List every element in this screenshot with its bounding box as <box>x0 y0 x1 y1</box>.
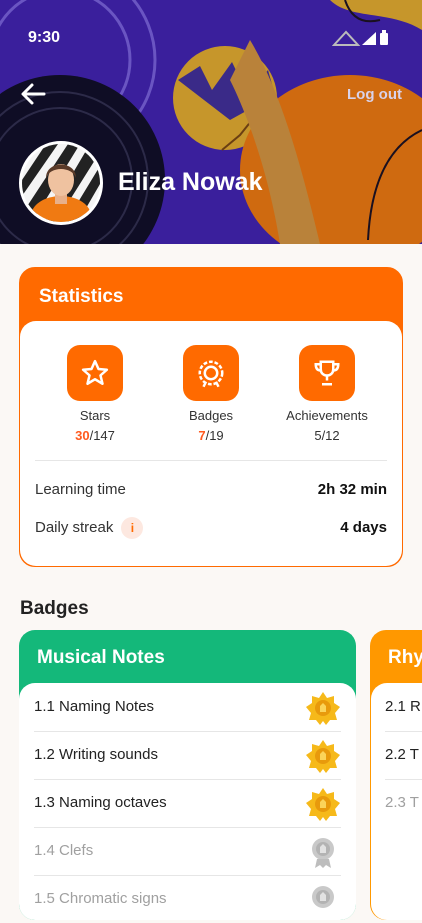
stat-stars-label: Stars <box>79 408 111 423</box>
list-item[interactable]: 1.4 Clefs <box>34 827 341 876</box>
list-item[interactable]: 1.2 Writing sounds <box>34 731 341 780</box>
stat-badges-value: 7/19 <box>198 428 224 443</box>
badge-card-title: Musical Notes <box>37 647 165 668</box>
list-item[interactable]: 1.3 Naming octaves <box>34 779 341 828</box>
profile-header: 9:30 Log out Eliza Nowak <box>0 0 422 244</box>
back-arrow-icon[interactable] <box>18 80 50 108</box>
status-time: 9:30 <box>28 29 61 46</box>
battery-icon <box>380 33 388 45</box>
gold-medal-icon <box>306 692 340 725</box>
silver-medal-icon <box>312 838 334 868</box>
star-icon <box>67 345 123 401</box>
stat-stars: Stars 30/147 <box>35 345 155 443</box>
statistics-body: Stars 30/147 Badges 7/19 Achievements 5/… <box>20 321 402 566</box>
daily-streak-value: 4 days <box>340 519 387 536</box>
list-item[interactable]: 2.3 T <box>385 779 422 827</box>
badge-card-musical-notes[interactable]: Musical Notes 1.1 Naming Notes 1.2 Writi… <box>19 630 356 920</box>
badge-icon <box>183 345 239 401</box>
list-item[interactable]: 2.2 T <box>385 731 422 780</box>
stat-stars-value: 30/147 <box>75 428 115 443</box>
statistics-title: Statistics <box>39 286 124 307</box>
badges-section-title: Badges <box>20 598 89 619</box>
badge-card-body: 2.1 R 2.2 T 2.3 T <box>371 683 422 920</box>
stat-badges-label: Badges <box>188 408 234 423</box>
user-name: Eliza Nowak <box>118 168 263 196</box>
badge-card-body: 1.1 Naming Notes 1.2 Writing sounds 1.3 … <box>19 683 356 920</box>
trophy-icon <box>299 345 355 401</box>
status-icons <box>331 29 392 52</box>
stat-achievements-label: Achievements <box>286 408 368 423</box>
info-icon[interactable]: i <box>121 517 144 539</box>
badge-card-title: Rhy <box>388 647 422 668</box>
stat-badges: Badges 7/19 <box>151 345 271 443</box>
gold-medal-icon <box>306 740 340 773</box>
signal-icon <box>362 32 376 45</box>
stat-achievements: Achievements 5/12 <box>267 345 387 443</box>
gold-medal-icon <box>306 788 340 821</box>
divider <box>35 460 387 461</box>
logout-button[interactable]: Log out <box>347 86 402 103</box>
avatar <box>19 141 103 225</box>
list-item[interactable]: 2.1 R <box>385 683 422 732</box>
list-item[interactable]: 1.5 Chromatic signs <box>34 875 341 923</box>
learning-time-label: Learning time <box>35 481 126 498</box>
silver-medal-icon <box>312 886 334 908</box>
statistics-card: Statistics Stars 30/147 Badges 7/19 Achi… <box>19 267 403 567</box>
stat-achievements-value: 5/12 <box>314 428 340 443</box>
learning-time-value: 2h 32 min <box>317 481 387 498</box>
learning-time-row: Learning time 2h 32 min <box>35 481 387 498</box>
wifi-icon <box>331 30 361 46</box>
daily-streak-label: Daily streak <box>35 518 114 536</box>
badge-card-rhythm[interactable]: Rhy 2.1 R 2.2 T 2.3 T <box>370 630 422 920</box>
daily-streak-row: Daily streak i 4 days <box>35 517 387 539</box>
list-item[interactable]: 1.1 Naming Notes <box>34 683 341 732</box>
